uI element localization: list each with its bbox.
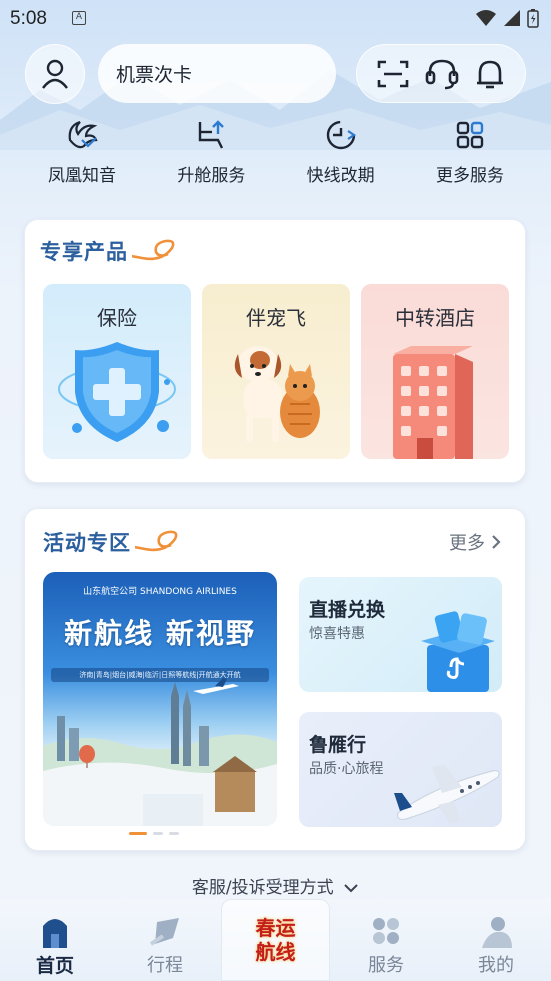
services-icon [373, 918, 399, 944]
airplane-icon [394, 765, 500, 823]
brand-swirl-icon [132, 239, 175, 261]
exclusive-title-text: 专享产品 [40, 240, 128, 264]
grid-icon [456, 121, 484, 149]
quick-item-more[interactable]: 更多服务 [410, 116, 530, 196]
wifi-icon [476, 10, 496, 26]
chevron-right-icon [492, 535, 501, 549]
gift-box-icon [421, 611, 495, 692]
seat-upgrade-icon [199, 120, 225, 149]
carousel-dot[interactable] [169, 832, 179, 835]
promo-title: 直播兑换 [309, 599, 386, 621]
exclusive-title: 专享产品 [40, 236, 175, 266]
complaint-text: 客服/投诉受理方式 [191, 878, 334, 898]
quick-services: 凤凰知音 升舱服务 快线改期 更多服务 [22, 116, 530, 196]
signal-icon [504, 10, 520, 26]
quick-item-label: 升舱服务 [177, 166, 246, 186]
activity-title-text: 活动专区 [43, 531, 131, 555]
quick-item-label: 快线改期 [306, 166, 375, 186]
product-insurance[interactable]: 保险 [43, 284, 191, 459]
promo-luyanxing[interactable]: 鲁雁行 品质·心旅程 [299, 712, 502, 827]
header-tools [356, 44, 526, 103]
hotel-building-icon [393, 346, 473, 459]
status-bar: 5:08 A [0, 0, 551, 38]
complaint-contact-link[interactable]: 客服/投诉受理方式 [0, 873, 551, 898]
spring-festival-badge[interactable]: 春运航线 [221, 899, 330, 981]
carousel-dot[interactable] [129, 832, 147, 835]
promo-live-exchange[interactable]: 直播兑换 惊喜特惠 [299, 577, 502, 692]
phoenix-icon [68, 120, 98, 149]
status-time: 5:08 [10, 8, 47, 29]
clock-change-icon [326, 120, 356, 150]
product-label: 中转酒店 [395, 306, 475, 330]
battery-icon [527, 9, 539, 28]
tab-home[interactable]: 首页 [0, 899, 110, 981]
product-label: 伴宠飞 [246, 306, 306, 330]
quick-item-phoenix[interactable]: 凤凰知音 [22, 116, 142, 196]
airline-logo: 山东航空公司 SHANDONG AIRLINES [83, 587, 237, 597]
quick-item-reschedule[interactable]: 快线改期 [281, 116, 401, 196]
tab-label: 服务 [368, 955, 404, 976]
chevron-down-icon [344, 884, 358, 893]
new-routes-banner[interactable]: 山东航空公司 SHANDONG AIRLINES 新航线 新视野 济南|青岛|烟… [43, 572, 277, 826]
a-notification-icon: A [72, 11, 86, 25]
system-icons [475, 8, 539, 28]
city-skyline-illustration [43, 678, 277, 826]
product-pet-flight[interactable]: 伴宠飞 [202, 284, 350, 459]
activity-zone-card: 活动专区 更多 山东航空公司 SHANDONG AIRLINES 新航线 新视野… [24, 508, 526, 851]
promo-subtitle: 品质·心旅程 [309, 761, 384, 777]
promo-title: 鲁雁行 [309, 734, 367, 756]
activity-title: 活动专区 [43, 527, 178, 557]
headset-icon[interactable] [425, 58, 459, 90]
product-label: 保险 [97, 306, 137, 330]
profile-button[interactable] [25, 44, 85, 104]
scan-icon[interactable] [377, 59, 409, 89]
carousel-indicator [129, 832, 179, 835]
festival-routes-badge: 春运航线 [255, 916, 296, 964]
trip-icon [149, 918, 179, 946]
product-transit-hotel[interactable]: 中转酒店 [361, 284, 509, 459]
activity-more-link[interactable]: 更多 [449, 529, 501, 555]
pets-icon [234, 346, 320, 442]
user-icon [42, 59, 68, 89]
profile-icon [482, 917, 512, 948]
shield-plus-icon [58, 342, 176, 442]
tab-profile[interactable]: 我的 [441, 899, 551, 981]
banner-headline: 新航线 新视野 [64, 617, 256, 650]
bottom-navigation: 首页 行程 春运航线 服务 我的 [0, 899, 551, 981]
exclusive-products-card: 专享产品 保险 伴宠飞 中转酒店 [24, 219, 526, 483]
tab-services[interactable]: 服务 [331, 899, 441, 981]
quick-item-label: 凤凰知音 [48, 166, 116, 186]
quick-item-upgrade[interactable]: 升舱服务 [151, 116, 271, 196]
carousel-dot[interactable] [153, 832, 163, 835]
search-text: 机票次卡 [116, 64, 193, 86]
brand-swirl-icon [135, 530, 178, 552]
quick-item-label: 更多服务 [435, 166, 504, 186]
home-icon [43, 919, 67, 948]
tab-label: 行程 [147, 955, 183, 976]
tab-label: 我的 [478, 955, 514, 976]
more-text: 更多 [449, 533, 485, 554]
tab-label: 首页 [35, 955, 74, 977]
promo-subtitle: 惊喜特惠 [309, 626, 365, 642]
bell-icon[interactable] [475, 58, 505, 90]
search-bar[interactable]: 机票次卡 [98, 44, 336, 103]
tab-trips[interactable]: 行程 [110, 899, 220, 981]
